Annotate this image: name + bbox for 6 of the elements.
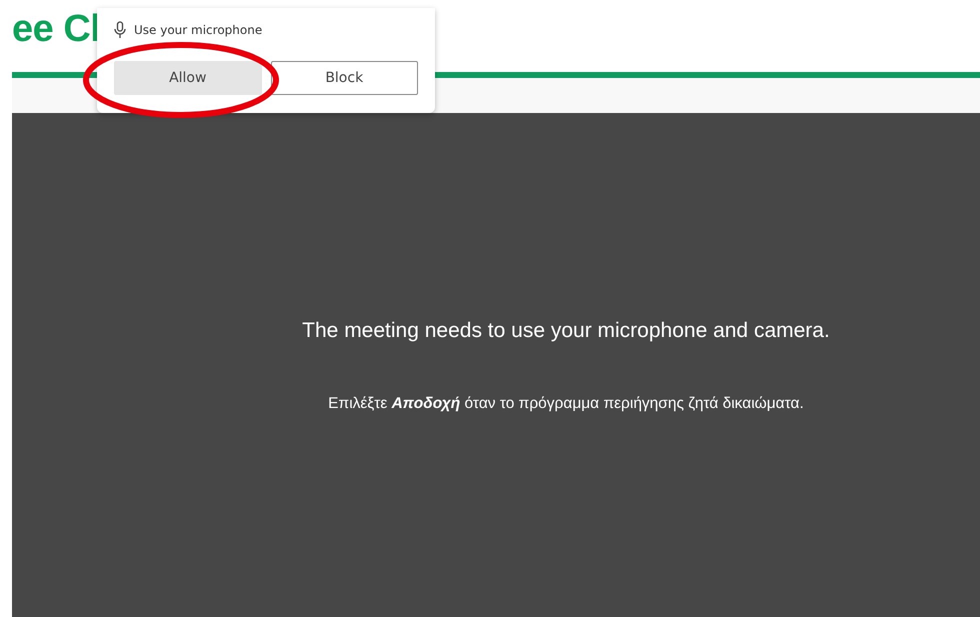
block-button[interactable]: Block <box>270 61 418 95</box>
prompt-title: Use your microphone <box>134 23 262 37</box>
microphone-icon <box>114 21 126 39</box>
allow-button[interactable]: Allow <box>114 61 262 95</box>
meeting-heading: The meeting needs to use your microphone and camera. <box>302 319 830 343</box>
instruction-text: Επιλέξτε Αποδοχή όταν το πρόγραμμα περιήγησης ζητά δικαιώματα. <box>328 395 804 413</box>
